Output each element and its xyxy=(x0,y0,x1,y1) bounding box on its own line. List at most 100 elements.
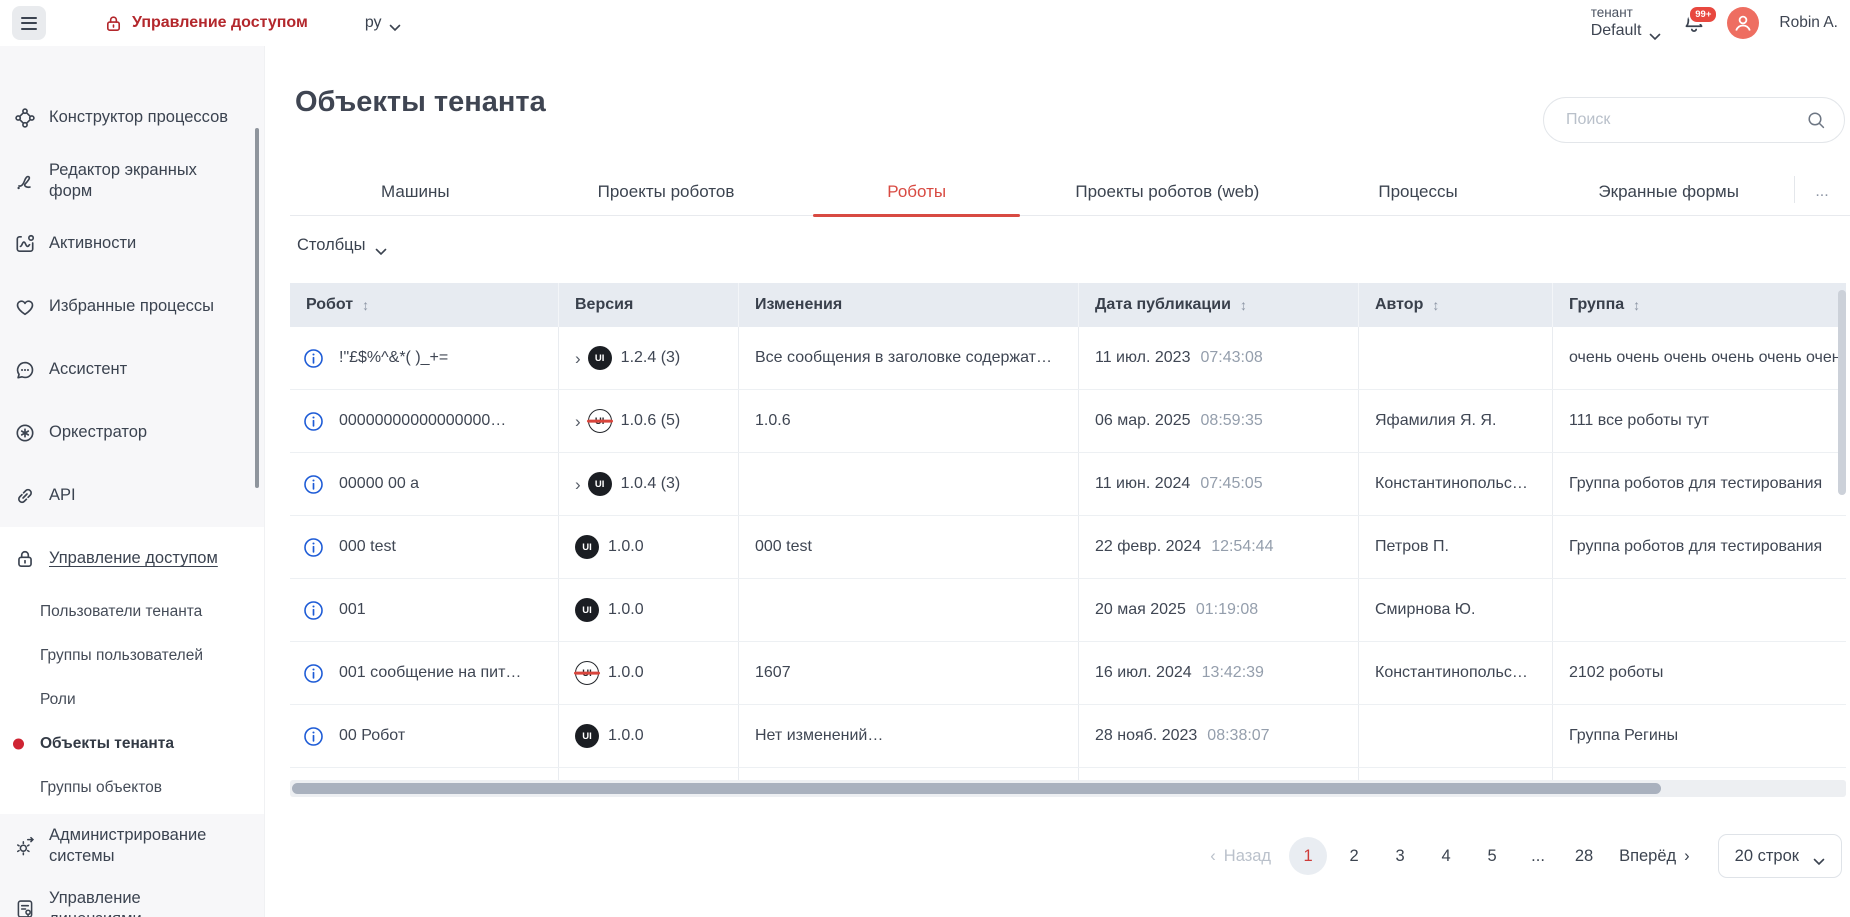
page-size-select[interactable]: 20 строк xyxy=(1718,834,1842,878)
menu-toggle-button[interactable] xyxy=(12,6,46,40)
ui-robot-badge: UI xyxy=(588,472,612,496)
version-cell: ›UI1.0.6 (5) xyxy=(558,390,738,452)
info-icon[interactable] xyxy=(303,663,324,684)
expand-chevron-icon[interactable]: › xyxy=(575,350,581,367)
sidebar-item[interactable]: API xyxy=(0,464,264,527)
info-icon[interactable] xyxy=(303,348,324,369)
table-body: !"£$%^&*( )_+=›UI1.2.4 (3)Все сообщения … xyxy=(290,327,1846,780)
sort-icon[interactable]: ↕ xyxy=(1240,297,1247,313)
app-logo[interactable]: Управление доступом xyxy=(104,14,308,33)
column-header[interactable]: Группа↕ xyxy=(1552,283,1846,327)
page-number[interactable]: 1 xyxy=(1289,837,1327,875)
info-icon[interactable] xyxy=(303,726,324,747)
column-header-label: Изменения xyxy=(755,296,842,314)
avatar[interactable] xyxy=(1727,7,1759,39)
sidebar-item-label: Избранные процессы xyxy=(49,296,214,317)
sort-icon[interactable]: ↕ xyxy=(1432,297,1439,313)
sidebar-subitem[interactable]: Объекты тенанта xyxy=(0,722,264,766)
page-number[interactable]: 5 xyxy=(1473,837,1511,875)
tab[interactable]: Экранные формы xyxy=(1543,168,1794,215)
language-label: ру xyxy=(365,14,382,32)
sidebar-subitem[interactable]: Группы объектов xyxy=(0,766,264,810)
expand-chevron-icon[interactable]: › xyxy=(575,476,581,493)
sidebar-item[interactable]: Избранные процессы xyxy=(0,275,264,338)
changes-cell xyxy=(738,453,1078,515)
changes-cell: 000 test xyxy=(738,516,1078,578)
sidebar-subitem[interactable]: Группы пользователей xyxy=(0,634,264,678)
sort-icon[interactable]: ↕ xyxy=(362,297,369,313)
author-cell xyxy=(1358,327,1552,389)
tab[interactable]: Процессы xyxy=(1293,168,1544,215)
column-header[interactable]: Автор↕ xyxy=(1358,283,1552,327)
tab[interactable]: Проекты роботов (web) xyxy=(1042,168,1293,215)
sidebar-item-label: Редактор экранных форм xyxy=(49,160,204,202)
pagination: ‹ Назад 12345...28 Вперёд › 20 строк xyxy=(1210,834,1842,878)
info-icon[interactable] xyxy=(303,411,324,432)
vertical-scrollbar-thumb[interactable] xyxy=(1838,290,1846,495)
table-row[interactable]: 00000000000000000…›UI1.0.6 (5)1.0.606 ма… xyxy=(290,390,1846,453)
table-row[interactable]: 00000 00 a›UI1.0.4 (3)11 июн. 202407:45:… xyxy=(290,453,1846,516)
page-number[interactable]: 28 xyxy=(1565,837,1603,875)
table-row[interactable]: 001 сообщение на пит…UI1.0.0160716 июл. … xyxy=(290,642,1846,705)
page-number[interactable]: 3 xyxy=(1381,837,1419,875)
info-icon[interactable] xyxy=(303,537,324,558)
user-name[interactable]: Robin A. xyxy=(1779,14,1838,32)
sidebar-scrollbar[interactable] xyxy=(255,128,259,488)
sidebar-item[interactable]: Редактор экранных форм xyxy=(0,149,264,212)
page-number[interactable]: 2 xyxy=(1335,837,1373,875)
info-icon[interactable] xyxy=(303,600,324,621)
heart-icon xyxy=(14,296,36,318)
search-input[interactable] xyxy=(1566,111,1806,129)
version-number: 1.0.0 xyxy=(608,664,644,682)
group-cell: Группа роботов для тестирования xyxy=(1552,453,1846,515)
sidebar-item[interactable]: Администрирование системы xyxy=(0,814,264,877)
robot-name: 00000000000000000… xyxy=(339,412,506,430)
assistant-icon xyxy=(14,359,36,381)
sidebar-item[interactable]: Управление доступом xyxy=(0,527,264,590)
sort-icon[interactable]: ↕ xyxy=(1633,297,1640,313)
page-ellipsis[interactable]: ... xyxy=(1519,837,1557,875)
columns-button[interactable]: Столбцы xyxy=(297,236,387,255)
version-cell: UI1.0.0 xyxy=(558,516,738,578)
table-row[interactable]: !"£$%^&*( )_+=›UI1.2.4 (3)Все сообщения … xyxy=(290,327,1846,390)
tab[interactable]: Роботы xyxy=(791,168,1042,215)
more-tabs-button[interactable]: ... xyxy=(1794,168,1850,215)
tenant-selector[interactable]: тенант Default xyxy=(1591,5,1662,42)
table-row[interactable]: 000 testUI1.0.0000 test22 февр. 202412:5… xyxy=(290,516,1846,579)
ui-robot-badge: UI xyxy=(588,346,612,370)
horizontal-scrollbar-track[interactable] xyxy=(290,780,1846,797)
tab[interactable]: Машины xyxy=(290,168,541,215)
sidebar-item[interactable]: Активности xyxy=(0,212,264,275)
language-selector[interactable]: ру xyxy=(365,14,401,32)
table-row[interactable]: 00 РоботUI1.0.0Нет изменений…28 нояб. 20… xyxy=(290,705,1846,768)
horizontal-scrollbar-thumb[interactable] xyxy=(292,783,1661,794)
info-icon[interactable] xyxy=(303,474,324,495)
chevron-down-icon xyxy=(375,242,387,250)
ui-robot-badge: UI xyxy=(575,535,599,559)
search-icon[interactable] xyxy=(1806,110,1826,130)
sidebar-item[interactable]: Оркестратор xyxy=(0,401,264,464)
form-editor-icon xyxy=(14,170,36,192)
notifications-button[interactable]: 99+ xyxy=(1681,10,1707,36)
tab[interactable]: Проекты роботов xyxy=(541,168,792,215)
column-header[interactable]: Робот↕ xyxy=(290,283,558,327)
publish-date: 20 мая 2025 xyxy=(1095,601,1186,619)
expand-chevron-icon[interactable]: › xyxy=(575,413,581,430)
column-header[interactable]: Дата публикации↕ xyxy=(1078,283,1358,327)
sidebar-subitem[interactable]: Роли xyxy=(0,678,264,722)
prev-page-button[interactable]: ‹ Назад xyxy=(1210,847,1271,866)
sidebar-item[interactable]: Ассистент xyxy=(0,338,264,401)
next-page-button[interactable]: Вперёд › xyxy=(1619,847,1690,866)
page-number[interactable]: 4 xyxy=(1427,837,1465,875)
table-row[interactable]: 001UI1.0.020 мая 202501:19:08Смирнова Ю. xyxy=(290,579,1846,642)
sidebar-item[interactable]: Конструктор процессов xyxy=(0,86,264,149)
sidebar-item[interactable]: Управление лицензиями xyxy=(0,877,264,917)
robot-name: 001 сообщение на пит… xyxy=(339,664,521,682)
sidebar-subitem[interactable]: Пользователи тенанта xyxy=(0,590,264,634)
tab-label: Экранные формы xyxy=(1598,182,1739,202)
tab-label: Машины xyxy=(381,182,450,202)
table-row[interactable] xyxy=(290,768,1846,780)
version-number: 1.0.0 xyxy=(608,727,644,745)
lock-icon xyxy=(14,548,36,570)
tabs: Машины Проекты роботовРоботыПроекты робот… xyxy=(290,168,1850,216)
